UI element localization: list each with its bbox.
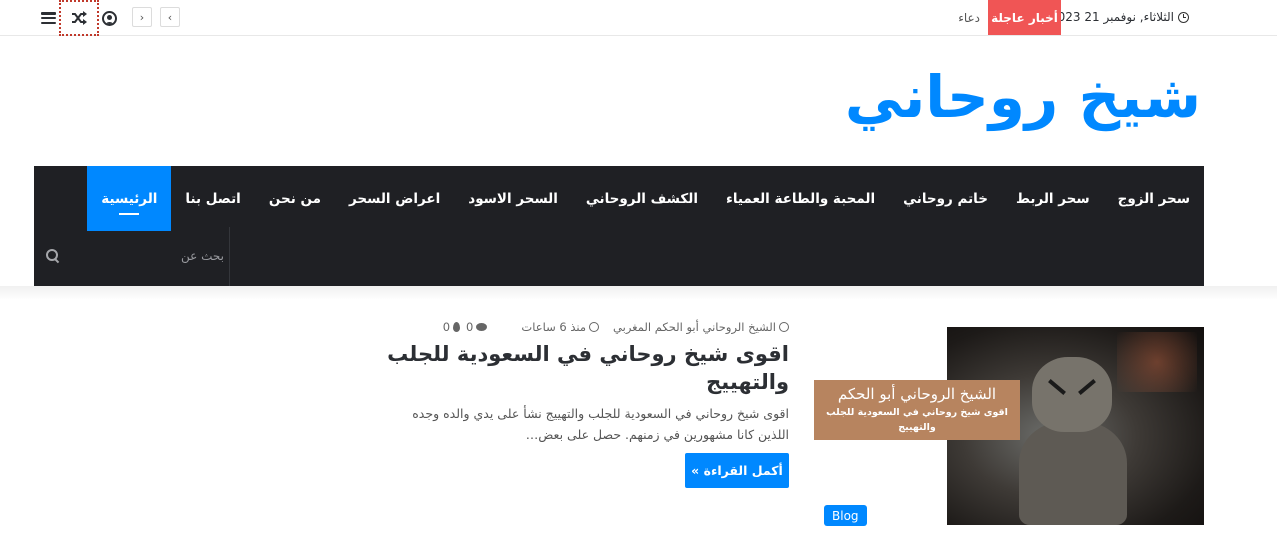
site-logo[interactable]: شيخ روحاني [845,60,1201,135]
nav-item-contact[interactable]: اتصل بنا [171,166,254,231]
search-input[interactable] [74,241,224,271]
ticker-prev-button[interactable]: ‹ [160,7,180,27]
nav-item-spiritual-reading[interactable]: الكشف الروحاني [572,166,712,231]
post-date: منذ 6 ساعات [521,320,600,334]
post-author[interactable]: الشيخ الروحاني أبو الحكم المغربي [613,320,789,334]
sidebar-menu-button[interactable] [34,0,62,36]
current-date: الثلاثاء, نوفمبر 21 2023 [1050,10,1189,24]
random-article-button[interactable] [59,0,99,36]
nav-item-magic-symptoms[interactable]: اعراض السحر [335,166,454,231]
top-bar: الثلاثاء, نوفمبر 21 2023 أخبار عاجلة دعا… [0,0,1277,36]
nav-item-love-obedience[interactable]: المحبة والطاعة العمياء [712,166,889,231]
login-button[interactable] [95,0,123,36]
nav-item-home[interactable]: الرئيسية [87,166,172,231]
post-meta: 0 0 منذ 6 ساعات الشيخ الروحاني أبو الحكم… [443,320,789,334]
breaking-news-ticker[interactable]: دعاء [940,11,980,25]
nav-menu: الرئيسية اتصل بنا من نحن اعراض السحر الس… [87,166,1204,231]
date-text: الثلاثاء, نوفمبر 21 2023 [1050,10,1174,24]
search-icon[interactable] [46,249,60,263]
category-badge[interactable]: Blog [824,505,867,526]
nav-item-about[interactable]: من نحن [255,166,335,231]
clock-icon [1178,11,1189,23]
views-count: 0 [443,320,461,334]
clock-icon [589,322,600,332]
nav-search [34,227,230,286]
breaking-news-badge: أخبار عاجلة [988,0,1061,35]
post-title[interactable]: اقوى شيخ روحاني في السعودية للجلب والتهي… [369,340,789,397]
shuffle-icon [72,11,87,25]
nav-item-spiritual-ring[interactable]: خاتم روحاني [889,166,1002,231]
thumbnail-banner-caption: اقوى شيخ روحاني في السعودية للجلب والتهي… [826,407,1008,434]
nav-shadow [0,286,1277,300]
author-icon [779,322,789,332]
nav-item-husband-magic[interactable]: سحر الزوج [1104,166,1204,231]
post-excerpt: اقوى شيخ روحاني في السعودية للجلب والتهي… [412,406,789,442]
flame-icon [453,322,461,332]
ticker-next-button[interactable]: › [132,7,152,27]
thumbnail-banner: الشيخ الروحاني أبو الحكم اقوى شيخ روحاني… [814,380,1020,440]
nav-item-black-magic[interactable]: السحر الاسود [454,166,572,231]
comments-count[interactable]: 0 [466,320,488,334]
nav-item-binding-magic[interactable]: سحر الربط [1002,166,1104,231]
post-thumbnail[interactable]: الشيخ الروحاني أبو الحكم اقوى شيخ روحاني… [814,327,1204,525]
main-navigation: الرئيسية اتصل بنا من نحن اعراض السحر الس… [34,166,1204,286]
hamburger-icon [40,12,56,24]
user-icon [101,10,117,26]
read-more-button[interactable]: أكمل القراءة » [685,453,789,488]
comments-icon [476,323,488,331]
thumbnail-banner-name: الشيخ الروحاني أبو الحكم [837,385,997,403]
